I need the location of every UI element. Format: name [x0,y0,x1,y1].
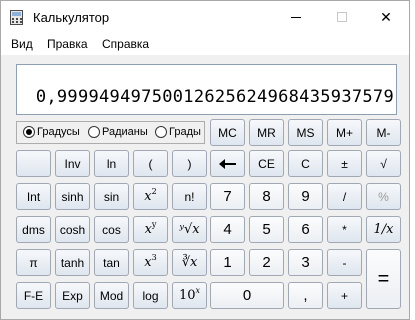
dms-button[interactable]: dms [16,216,51,243]
radio-selected-icon [23,126,35,138]
digit-2-button[interactable]: 2 [249,249,284,276]
cube-base: x [144,255,152,270]
radio-icon [88,126,100,138]
pi-button[interactable]: π [16,249,51,276]
divide-button[interactable]: / [327,183,362,210]
close-icon: ✕ [380,8,392,25]
ms-button[interactable]: MS [288,119,323,146]
radio-radians[interactable]: Радианы [88,126,148,138]
backspace-button[interactable] [210,150,245,177]
digit-9-button[interactable]: 9 [288,183,323,210]
close-paren-button[interactable]: ) [172,150,207,177]
minus-button[interactable]: - [327,249,362,276]
equals-button[interactable]: = [366,249,401,309]
square-exponent: 2 [151,187,157,196]
radio-degrees[interactable]: Градусы [23,126,80,138]
square-base: x [144,189,152,204]
digit-7-button[interactable]: 7 [210,183,245,210]
int-button[interactable]: Int [16,183,51,210]
sinh-button[interactable]: sinh [55,183,90,210]
factorial-button[interactable]: n! [172,183,207,210]
open-paren-button[interactable]: ( [133,150,168,177]
backspace-arrow-icon [218,158,236,169]
radio-icon [155,126,167,138]
reciprocal-button[interactable]: 1/x [366,216,401,243]
blank-button[interactable] [16,150,51,177]
digit-1-button[interactable]: 1 [210,249,245,276]
minimize-button[interactable] [273,1,319,33]
fe-button[interactable]: F-E [16,282,51,309]
square-button[interactable]: x2 [133,183,168,210]
digit-8-button[interactable]: 8 [249,183,284,210]
ten-power-button[interactable]: 10 x [172,282,207,309]
power-exponent: y [151,220,157,229]
mc-button[interactable]: MC [210,119,245,146]
percent-button[interactable]: % [366,183,401,210]
plus-minus-button[interactable]: ± [327,150,362,177]
cube-button[interactable]: x3 [133,249,168,276]
cos-button[interactable]: cos [94,216,129,243]
power-base: x [144,222,152,237]
menu-bar: Вид Правка Справка [1,33,409,55]
maximize-button[interactable] [319,1,365,33]
power-button[interactable]: xy [133,216,168,243]
tanh-button[interactable]: tanh [55,249,90,276]
cosh-button[interactable]: cosh [55,216,90,243]
cube-root-button[interactable]: ∛x [172,249,207,276]
angle-mode-group: Градусы Радианы Грады [16,121,205,144]
digit-4-button[interactable]: 4 [210,216,245,243]
radio-radians-label: Радианы [102,126,148,138]
plus-button[interactable]: + [327,282,362,309]
digit-6-button[interactable]: 6 [288,216,323,243]
log-button[interactable]: log [133,282,168,309]
result-display: 0,99994949750012625624968435937579 [16,64,397,115]
ten-power-exponent: x [195,286,201,295]
menu-help[interactable]: Справка [102,37,149,51]
tan-button[interactable]: tan [94,249,129,276]
ce-button[interactable]: CE [249,150,284,177]
digit-3-button[interactable]: 3 [288,249,323,276]
decimal-button[interactable]: , [288,282,323,309]
sin-button[interactable]: sin [94,183,129,210]
maximize-icon [337,12,347,22]
m-plus-button[interactable]: M+ [327,119,362,146]
menu-view[interactable]: Вид [11,37,33,51]
calculator-window: Калькулятор ✕ Вид Правка Справка 0,99994… [0,0,410,320]
digit-0-button[interactable]: 0 [210,282,284,309]
inv-button[interactable]: Inv [55,150,90,177]
display-value: 0,99994949750012625624968435937579 [35,87,394,107]
close-button[interactable]: ✕ [363,1,409,33]
sqrt-button[interactable]: √ [366,150,401,177]
multiply-button[interactable]: * [327,216,362,243]
calculator-icon [10,10,23,25]
cube-exponent: 3 [151,253,157,262]
radio-grads-label: Грады [169,126,201,138]
clear-button[interactable]: C [288,150,323,177]
y-root-button[interactable]: ʸ√x [172,216,207,243]
window-title: Калькулятор [33,10,110,25]
mod-button[interactable]: Mod [94,282,129,309]
ln-button[interactable]: ln [94,150,129,177]
radio-grads[interactable]: Грады [155,126,201,138]
exp-button[interactable]: Exp [55,282,90,309]
title-bar: Калькулятор ✕ [1,1,409,33]
radio-degrees-label: Градусы [37,126,80,138]
m-minus-button[interactable]: M- [366,119,401,146]
mr-button[interactable]: MR [249,119,284,146]
ten-power-base: 10 [178,288,196,303]
menu-edit[interactable]: Правка [47,37,88,51]
digit-5-button[interactable]: 5 [249,216,284,243]
minimize-icon [291,16,301,18]
